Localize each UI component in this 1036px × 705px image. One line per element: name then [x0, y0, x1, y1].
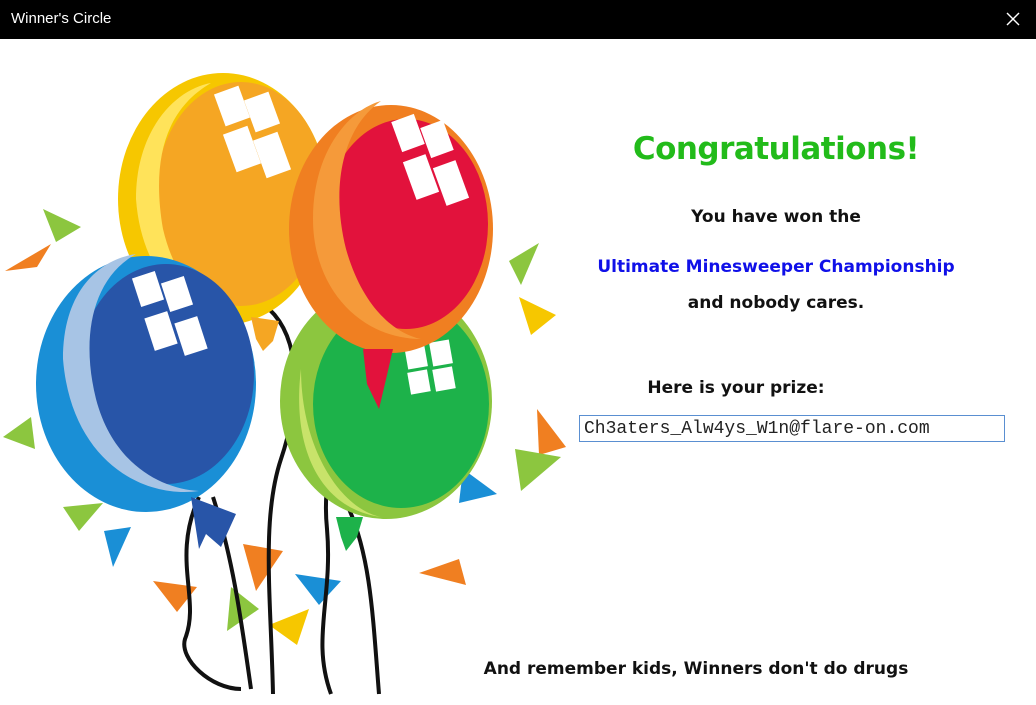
- client-area: Congratulations! You have won the Ultima…: [1, 39, 1035, 704]
- blue-balloon: [36, 254, 256, 549]
- close-button[interactable]: [990, 0, 1036, 39]
- title-bar[interactable]: Winner's Circle: [0, 0, 1036, 39]
- close-icon: [1006, 12, 1020, 26]
- footer-message: And remember kids, Winners don't do drug…: [483, 659, 909, 679]
- window-title: Winner's Circle: [11, 10, 112, 27]
- won-text: You have won the: [691, 207, 861, 227]
- congratulations-heading: Congratulations!: [632, 131, 920, 167]
- championship-text: Ultimate Minesweeper Championship: [597, 257, 955, 277]
- nobody-cares-text: and nobody cares.: [687, 293, 865, 313]
- winners-circle-window: Winner's Circle Congratulations! You hav…: [0, 0, 1036, 705]
- prize-label: Here is your prize:: [647, 378, 825, 398]
- balloons-illustration: [3, 73, 566, 695]
- prize-field[interactable]: [579, 415, 1005, 442]
